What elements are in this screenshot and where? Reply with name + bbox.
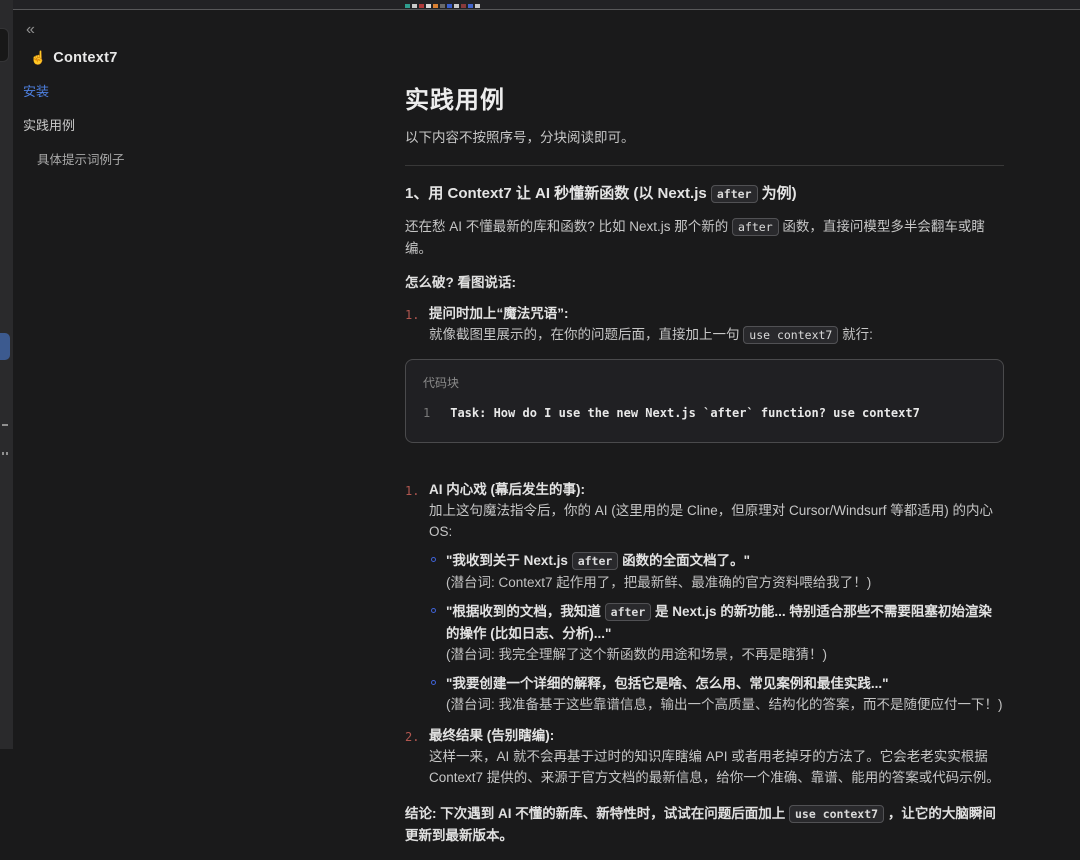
inline-code-after: after [605, 603, 652, 621]
section1-paragraph: 还在愁 AI 不懂最新的库和函数? 比如 Next.js 那个新的 after … [405, 216, 1004, 259]
inline-code-after: after [711, 185, 758, 203]
sidebar-collapse-button[interactable]: « [26, 22, 35, 38]
inline-code-after: after [572, 552, 619, 570]
context7-logo-title: Context7 [53, 50, 117, 66]
inline-code-use-context7: use context7 [743, 326, 838, 344]
edge-blue-tab[interactable] [0, 333, 10, 360]
list-item-text: 这样一来，AI 就不会再基于过时的知识库瞎编 API 或者用老掉牙的方法了。它会… [429, 746, 1004, 788]
how-to-break-line: 怎么破? 看图说话: [405, 272, 1004, 293]
bullet-item: "我收到关于 Next.js after 函数的全面文档了。" (潜台词: Co… [429, 550, 1004, 593]
bullet-ring-icon [431, 680, 436, 685]
sidebar-item-practice-examples[interactable]: 实践用例 [23, 115, 365, 134]
bullet-item: "根据收到的文档，我知道 after 是 Next.js 的新功能... 特别适… [429, 601, 1004, 665]
bullet-item: "我要创建一个详细的解释，包括它是啥、怎么用、常见案例和最佳实践..." (潜台… [429, 673, 1004, 715]
sub-bullet-list: "我收到关于 Next.js after 函数的全面文档了。" (潜台词: Co… [429, 550, 1004, 715]
bullet-subtext: (潜台词: 我准备基于这些靠谱信息，输出一个高质量、结构化的答案，而不是随便应付… [446, 694, 1004, 715]
list-item-text: 加上这句魔法指令后，你的 AI (这里用的是 Cline，但原理对 Cursor… [429, 500, 1004, 542]
text-segment: "根据收到的文档，我知道 [446, 604, 605, 619]
edge-mark-dash [2, 424, 8, 426]
list-item: 1. AI 内心戏 (幕后发生的事): 加上这句魔法指令后，你的 AI (这里用… [405, 479, 1004, 715]
section1-heading: 1、用 Context7 让 AI 秒懂新函数 (以 Next.js after… [405, 183, 1004, 205]
code-line: 1 Task: How do I use the new Next.js `aft… [423, 403, 986, 424]
bullet-quote: "根据收到的文档，我知道 after 是 Next.js 的新功能... 特别适… [446, 604, 992, 641]
sidebar-nav: 安装 实践用例 具体提示词例子 [13, 81, 365, 168]
intro-paragraph: 以下内容不按照序号，分块阅读即可。 [405, 127, 1004, 148]
list-marker: 2. [405, 725, 429, 788]
list-marker: 1. [405, 479, 429, 715]
text-segment: 就行: [842, 327, 873, 342]
code-block-label: 代码块 [423, 373, 986, 394]
text-segment: 还在愁 AI 不懂最新的库和函数? 比如 Next.js 那个新的 [405, 219, 732, 234]
sidebar: « ☝️ Context7 安装 实践用例 具体提示词例子 [13, 11, 365, 168]
pointing-up-icon: ☝️ [30, 50, 46, 66]
divider [405, 165, 1004, 166]
list-item-title: AI 内心戏 (幕后发生的事): [429, 482, 585, 497]
bullet-ring-icon [431, 608, 436, 613]
top-border-bar [13, 0, 1080, 10]
text-segment: 函数的全面文档了。" [622, 553, 750, 568]
text-segment: 为例) [762, 185, 797, 202]
bullet-quote: "我收到关于 Next.js after 函数的全面文档了。" [446, 553, 750, 568]
text-segment: "我要创建一个详细的解释，包括它是啥、怎么用、常见案例和最佳实践..." [446, 676, 889, 691]
list-item: 2. 最终结果 (告别瞎编): 这样一来，AI 就不会再基于过时的知识库瞎编 A… [405, 725, 1004, 788]
page-title: 实践用例 [405, 86, 1004, 116]
sidebar-item-install[interactable]: 安装 [23, 81, 365, 100]
sidebar-item-prompt-examples[interactable]: 具体提示词例子 [37, 149, 365, 168]
list-item-title: 提问时加上“魔法咒语”: [429, 306, 569, 321]
list-item-text: 就像截图里展示的，在你的问题后面，直接加上一句 use context7 就行: [429, 324, 1004, 346]
list-item: 1. 提问时加上“魔法咒语”: 就像截图里展示的，在你的问题后面，直接加上一句 … [405, 303, 1004, 346]
list-marker: 1. [405, 303, 429, 346]
text-segment: 1、用 Context7 让 AI 秒懂新函数 (以 Next.js [405, 185, 711, 202]
text-segment: 结论: 下次遇到 AI 不懂的新库、新特性时，试试在问题后面加上 [405, 806, 789, 821]
inline-code-use-context7: use context7 [789, 805, 884, 823]
left-edge-strip [0, 0, 13, 749]
context7-logo[interactable]: ☝️ Context7 [30, 50, 365, 66]
text-segment: "我收到关于 Next.js [446, 553, 572, 568]
conclusion-paragraph: 结论: 下次遇到 AI 不懂的新库、新特性时，试试在问题后面加上 use con… [405, 803, 1004, 846]
text-segment: 就像截图里展示的，在你的问题后面，直接加上一句 [429, 327, 743, 342]
bullet-ring-icon [431, 557, 436, 562]
list-item-title: 最终结果 (告别瞎编): [429, 728, 554, 743]
inline-code-after: after [732, 218, 779, 236]
line-number: 1 [423, 406, 430, 420]
edge-mark-dots [2, 452, 4, 455]
clipped-content-sliver [405, 4, 482, 8]
code-text: Task: How do I use the new Next.js `afte… [450, 406, 920, 420]
code-block: 代码块 1 Task: How do I use the new Next.js … [405, 359, 1004, 443]
bullet-quote: "我要创建一个详细的解释，包括它是啥、怎么用、常见案例和最佳实践..." [446, 676, 889, 691]
doc-content: 实践用例 以下内容不按照序号，分块阅读即可。 1、用 Context7 让 AI… [405, 11, 1004, 860]
edge-dark-tab [0, 28, 9, 62]
bullet-subtext: (潜台词: Context7 起作用了，把最新鲜、最准确的官方资料喂给我了！) [446, 572, 1004, 593]
bullet-subtext: (潜台词: 我完全理解了这个新函数的用途和场景，不再是瞎猜！) [446, 644, 1004, 665]
